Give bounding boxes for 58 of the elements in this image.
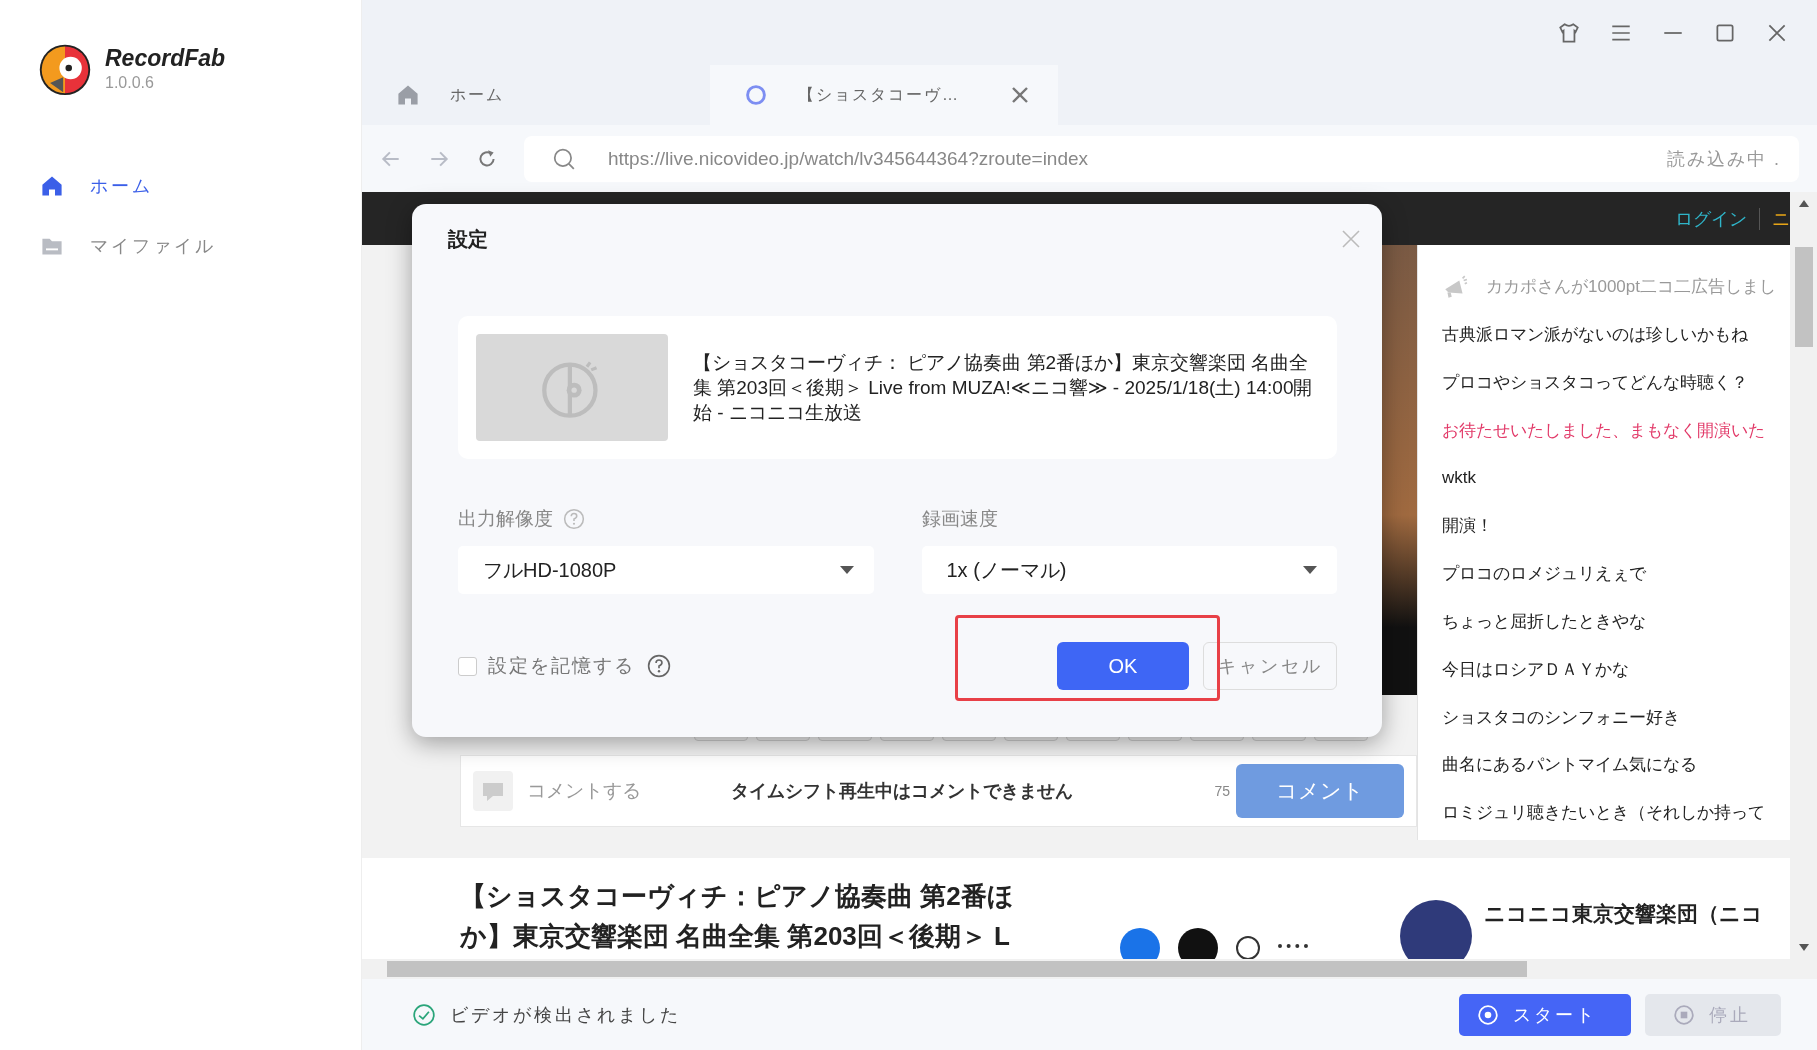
ok-button[interactable]: OK	[1057, 642, 1189, 690]
loading-spinner-icon	[744, 83, 768, 107]
browser-tab[interactable]: ホーム	[362, 65, 710, 125]
chat-message: 今日はロシアＤＡＹかな	[1442, 658, 1629, 681]
home-icon	[40, 174, 64, 198]
app-version: 1.0.0.6	[105, 73, 155, 92]
channel-name[interactable]: ニコニコ東京交響楽団（ニコ	[1484, 900, 1763, 959]
character-count: 75	[1214, 783, 1230, 799]
record-icon	[1477, 1003, 1499, 1026]
speed-dropdown[interactable]: 1x (ノーマル)	[921, 546, 1337, 594]
comment-notice: タイムシフト再生中はコメントできません	[731, 780, 1073, 803]
cancel-button[interactable]: キャンセル	[1203, 642, 1337, 690]
start-button[interactable]: スタート	[1459, 993, 1631, 1036]
search-icon	[552, 146, 576, 171]
home-icon	[396, 83, 420, 107]
scroll-up-arrow-icon[interactable]	[1798, 200, 1809, 207]
chat-message: 古典派ロマン派がないのは珍しいかもね	[1442, 324, 1748, 347]
caret-icon	[1303, 566, 1317, 574]
field-label: 出力解像度	[458, 507, 553, 531]
browser-tab[interactable]: 【ショスタコーヴ…	[710, 65, 1058, 125]
status-message: ビデオが検出されました	[450, 1003, 681, 1027]
video-title: 【ショスタコーヴィチ：ピアノ協奏曲 第2番ほ か】東京交響楽団 名曲全集 第203回＜後期＞ L	[460, 880, 1015, 953]
comment-button[interactable]: コメント	[1236, 764, 1404, 818]
vertical-scrollbar[interactable]	[1790, 192, 1817, 959]
chat-message: ちょっと屈折したときやな	[1442, 610, 1646, 633]
chat-message: wktk	[1442, 468, 1476, 489]
channel-avatar	[1400, 900, 1472, 959]
chat-message: プロコのロメジュリえぇで	[1442, 563, 1646, 586]
resolution-dropdown[interactable]: フルHD-1080P	[458, 546, 874, 594]
stop-icon	[1673, 1003, 1695, 1026]
chat-message: プロコやショスタコってどんな時聴く？	[1442, 372, 1748, 394]
chat-message: カカポさんが1000pt二コ二広告しまし	[1486, 276, 1776, 299]
remember-checkbox[interactable]	[458, 656, 477, 676]
app-name: RecordFab	[105, 44, 226, 72]
sidebar-item[interactable]: マイファイル	[0, 216, 361, 276]
shirt-icon[interactable]	[1557, 20, 1581, 45]
video-title: 【ショスタコーヴィチ： ピアノ協奏曲 第2番ほか】東京交響楽団 名曲全集 第203回＜後期＞ Live from MUZA!≪ニコ響≫ - 2025/1/18(土) 14:00開始 - ニコニコ生放送	[693, 351, 1314, 425]
scroll-down-arrow-icon[interactable]	[1798, 944, 1809, 951]
field-label: 録画速度	[921, 507, 998, 531]
check-circle-icon	[412, 1002, 436, 1027]
horizontal-scrollbar[interactable]	[362, 959, 1817, 979]
loading-status: 読み込み中 .	[1667, 147, 1781, 171]
close-icon[interactable]	[1010, 85, 1030, 105]
scrollbar-thumb[interactable]	[1794, 247, 1813, 347]
chat-message: ロミジュリ聴きたいとき（それしか持って	[1442, 802, 1765, 825]
header-link[interactable]: ログイン	[1675, 206, 1747, 231]
sidebar-item[interactable]: ホーム	[0, 156, 361, 216]
checkbox-label[interactable]: 設定を記憶する	[488, 653, 635, 679]
dialog-title: 設定	[448, 226, 488, 252]
scrollbar-thumb[interactable]	[387, 961, 1527, 977]
address-field[interactable]: https://live.nicovideo.jp/watch/lv345644364?zroute=index 読み込み中 .	[524, 135, 1799, 182]
help-icon[interactable]	[647, 654, 671, 678]
chat-message: ショスタコのシンフォニー好き	[1442, 706, 1680, 729]
caret-icon	[839, 566, 854, 574]
chat-message: 開演！	[1442, 515, 1493, 538]
chat-message: お待たせいたしました、まもなく開演いた	[1442, 419, 1765, 442]
header-link[interactable]: ニ	[1772, 206, 1790, 231]
chat-message: 曲名にあるパントマイム気になる	[1442, 754, 1697, 777]
